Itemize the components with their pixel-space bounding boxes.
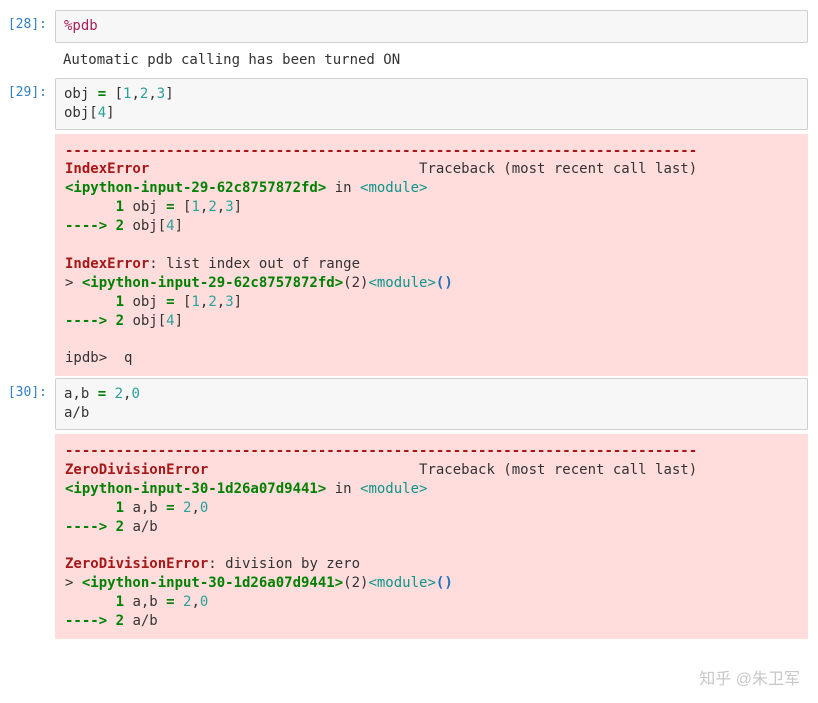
arrow-icon: ----> bbox=[65, 313, 116, 329]
prompt-empty: . bbox=[0, 432, 55, 456]
ipdb-prompt: ipdb> q bbox=[65, 350, 132, 366]
lineno: 2 bbox=[116, 519, 124, 535]
code-input-29[interactable]: obj = [1,2,3] obj[4] bbox=[55, 78, 808, 130]
lineno: 1 bbox=[116, 500, 124, 516]
source-ref: <ipython-input-30-1d26a07d9441> bbox=[65, 481, 326, 497]
error-name: IndexError bbox=[65, 161, 149, 177]
traceback-label: Traceback (most recent call last) bbox=[419, 462, 697, 478]
error-message: : list index out of range bbox=[149, 256, 360, 272]
cell-29-in: [29]: obj = [1,2,3] obj[4] bbox=[0, 78, 808, 130]
source-ref: <ipython-input-30-1d26a07d9441> bbox=[82, 575, 343, 591]
prompt-in-29: [29]: bbox=[0, 78, 55, 102]
code-line: a,b = 2,0 bbox=[64, 386, 140, 402]
prompt-empty: . bbox=[0, 45, 55, 69]
module-ref: <module> bbox=[368, 575, 435, 591]
module-ref: <module> bbox=[368, 275, 435, 291]
lineno: 1 bbox=[116, 199, 124, 215]
error-output-29: ----------------------------------------… bbox=[55, 134, 808, 377]
code-line: obj[4] bbox=[64, 105, 115, 121]
magic-token: %pdb bbox=[64, 18, 98, 34]
prompt-in-30: [30]: bbox=[0, 378, 55, 402]
code-input-30[interactable]: a,b = 2,0 a/b bbox=[55, 378, 808, 430]
stream-output-28: Automatic pdb calling has been turned ON bbox=[55, 45, 808, 76]
arrow-icon: ----> bbox=[65, 218, 116, 234]
code-input-28[interactable]: %pdb bbox=[55, 10, 808, 43]
cell-30-err: . --------------------------------------… bbox=[0, 432, 808, 639]
arrow-icon: ----> bbox=[65, 519, 116, 535]
cell-29-err: . --------------------------------------… bbox=[0, 132, 808, 377]
error-name: IndexError bbox=[65, 256, 149, 272]
lineno: 2 bbox=[116, 313, 124, 329]
traceback-label: Traceback (most recent call last) bbox=[419, 161, 697, 177]
error-name: ZeroDivisionError bbox=[65, 462, 208, 478]
lineno: 2 bbox=[116, 218, 124, 234]
prompt-in-28: [28]: bbox=[0, 10, 55, 34]
error-name: ZeroDivisionError bbox=[65, 556, 208, 572]
lineno: 1 bbox=[116, 294, 124, 310]
source-ref: <ipython-input-29-62c8757872fd> bbox=[65, 180, 326, 196]
cell-28-out: . Automatic pdb calling has been turned … bbox=[0, 45, 808, 76]
lineno: 2 bbox=[116, 613, 124, 629]
watermark: 知乎 @朱卫军 bbox=[699, 665, 800, 689]
dash-line: ----------------------------------------… bbox=[65, 443, 697, 459]
code-line: a/b bbox=[64, 405, 89, 421]
cell-30-in: [30]: a,b = 2,0 a/b bbox=[0, 378, 808, 430]
error-output-30: ----------------------------------------… bbox=[55, 434, 808, 639]
module-ref: <module> bbox=[360, 481, 427, 497]
dash-line: ----------------------------------------… bbox=[65, 143, 697, 159]
prompt-empty: . bbox=[0, 132, 55, 156]
module-ref: <module> bbox=[360, 180, 427, 196]
error-message: : division by zero bbox=[208, 556, 360, 572]
cell-28-in: [28]: %pdb bbox=[0, 10, 808, 43]
lineno: 1 bbox=[116, 594, 124, 610]
arrow-icon: ----> bbox=[65, 613, 116, 629]
code-line: obj = [1,2,3] bbox=[64, 86, 174, 102]
source-ref: <ipython-input-29-62c8757872fd> bbox=[82, 275, 343, 291]
